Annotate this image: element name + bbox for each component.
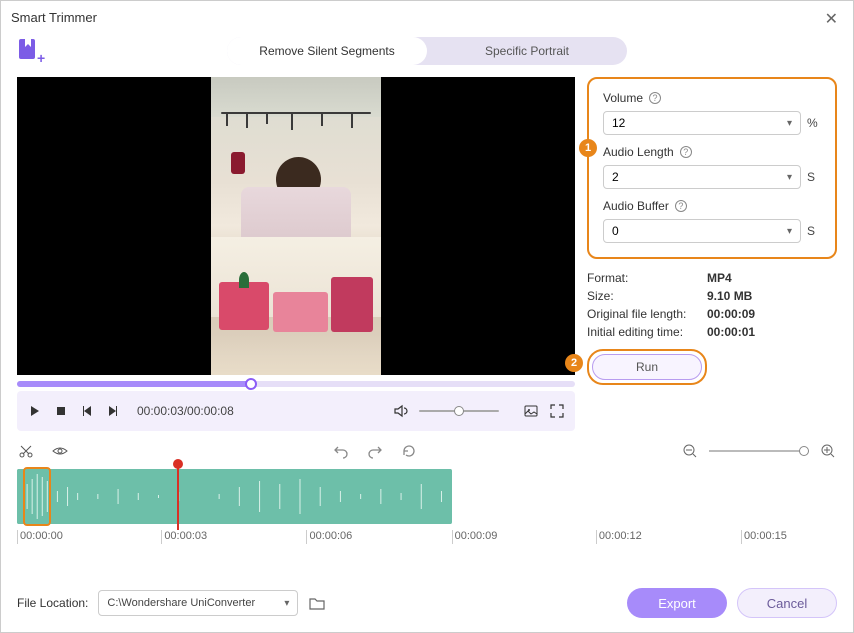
chevron-down-icon: ▾ [284,598,289,609]
audio-buffer-label: Audio Buffer? [603,199,821,213]
file-location-label: File Location: [17,596,88,610]
close-icon[interactable]: ✕ [825,9,838,29]
undo-icon[interactable] [332,442,350,460]
chevron-down-icon: ▾ [787,172,792,183]
tab-specific-portrait[interactable]: Specific Portrait [427,37,627,65]
footer: File Location: C:\Wondershare UniConvert… [17,588,837,618]
help-icon[interactable]: ? [675,200,687,212]
waveform-track[interactable] [17,469,837,524]
audio-buffer-unit: S [807,224,821,238]
volume-icon[interactable] [393,403,409,419]
volume-label: Volume? [603,91,821,105]
audio-length-input[interactable]: 2▾ [603,165,801,189]
topbar: + Remove Silent Segments Specific Portra… [1,33,853,69]
timeline-area: 00:00:00 00:00:03 00:00:06 00:00:09 00:0… [1,431,853,546]
main-row: 00:00:03/00:00:08 1 Volume? 12▾ % Audio … [1,69,853,431]
badge-one: 1 [579,139,597,157]
badge-two: 2 [565,354,583,372]
ruler-tick: 00:00:15 [741,530,787,544]
tab-remove-silent[interactable]: Remove Silent Segments [227,37,427,65]
help-icon[interactable]: ? [649,92,661,104]
zoom-controls [681,442,837,460]
play-icon[interactable] [27,403,43,419]
initial-editing-value: 00:00:01 [707,325,755,339]
initial-editing-label: Initial editing time: [587,325,707,339]
settings-column: 1 Volume? 12▾ % Audio Length? 2▾ S Audio… [587,77,837,431]
run-highlight: Run [587,349,707,385]
audio-length-unit: S [807,170,821,184]
file-info: Format:MP4 Size:9.10 MB Original file le… [587,271,837,339]
audio-length-label: Audio Length? [603,145,821,159]
audio-buffer-input[interactable]: 0▾ [603,219,801,243]
timeline-tools [17,437,837,465]
cut-icon[interactable] [17,442,35,460]
ruler-tick: 00:00:12 [596,530,642,544]
prev-icon[interactable] [79,403,95,419]
video-preview [17,77,575,375]
ruler-tick: 00:00:03 [161,530,207,544]
redo-icon[interactable] [366,442,384,460]
cancel-button[interactable]: Cancel [737,588,837,618]
video-frame [211,77,381,375]
file-location-input[interactable]: C:\Wondershare UniConverter▾ [98,590,298,616]
format-label: Format: [587,271,707,285]
settings-box: 1 Volume? 12▾ % Audio Length? 2▾ S Audio… [587,77,837,259]
help-icon[interactable]: ? [680,146,692,158]
zoom-slider[interactable] [709,450,809,452]
playhead[interactable] [177,463,179,530]
format-value: MP4 [707,271,732,285]
ruler-tick: 00:00:09 [452,530,498,544]
video-progress-bar[interactable] [17,381,575,387]
ruler-tick: 00:00:06 [306,530,352,544]
selection-handle[interactable] [23,467,51,526]
run-row: 2 Run [587,349,837,385]
original-length-value: 00:00:09 [707,307,755,321]
waveform-clip[interactable] [17,469,452,524]
size-value: 9.10 MB [707,289,752,303]
zoom-out-icon[interactable] [681,442,699,460]
fullscreen-icon[interactable] [549,403,565,419]
mode-toggle: Remove Silent Segments Specific Portrait [227,37,627,65]
stop-icon[interactable] [53,403,69,419]
titlebar: Smart Trimmer ✕ [1,1,853,33]
svg-text:+: + [37,50,45,65]
snapshot-icon[interactable] [523,403,539,419]
folder-icon[interactable] [308,594,326,612]
playback-controls: 00:00:03/00:00:08 [17,391,575,431]
preview-column: 00:00:03/00:00:08 [17,77,575,431]
zoom-in-icon[interactable] [819,442,837,460]
volume-slider[interactable] [419,410,499,412]
chevron-down-icon: ▾ [787,226,792,237]
time-ruler: 00:00:00 00:00:03 00:00:06 00:00:09 00:0… [17,530,837,546]
refresh-icon[interactable] [400,442,418,460]
eye-icon[interactable] [51,442,69,460]
export-button[interactable]: Export [627,588,727,618]
chevron-down-icon: ▾ [787,118,792,129]
ruler-tick: 00:00:00 [17,530,63,544]
app-logo-icon: + [17,37,45,65]
original-length-label: Original file length: [587,307,707,321]
size-label: Size: [587,289,707,303]
volume-input[interactable]: 12▾ [603,111,801,135]
volume-unit: % [807,116,821,130]
run-button[interactable]: Run [592,354,702,380]
next-icon[interactable] [105,403,121,419]
window-title: Smart Trimmer [11,10,97,25]
playback-time: 00:00:03/00:00:08 [137,404,234,418]
